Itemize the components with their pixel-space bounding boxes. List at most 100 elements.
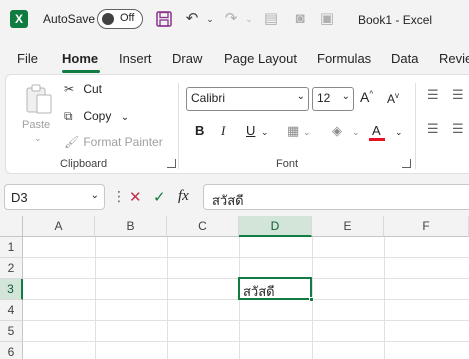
cut-button[interactable]: ✂ Cut	[64, 82, 102, 96]
font-color-label: A	[372, 123, 381, 138]
gridline	[23, 341, 469, 342]
cancel-icon[interactable]: ✕	[129, 188, 142, 206]
chevron-down-icon: ⌄	[90, 190, 99, 201]
undo-dropdown-chevron-icon[interactable]: ⌄	[201, 10, 219, 28]
tab-review[interactable]: Revie	[439, 51, 469, 66]
formula-input[interactable]: สวัสดี	[203, 184, 469, 210]
copy-button[interactable]: ⧉ Copy ⌄	[64, 109, 129, 124]
italic-button[interactable]: I	[221, 123, 225, 139]
row-header-2[interactable]: 2	[0, 258, 23, 279]
active-tab-indicator	[62, 70, 100, 73]
autosave-state: Off	[120, 12, 135, 24]
gridline	[23, 320, 469, 321]
shrink-font-button[interactable]: Av	[387, 91, 399, 106]
toggle-knob	[102, 13, 114, 25]
row-header-5[interactable]: 5	[0, 321, 23, 342]
select-all-corner[interactable]	[0, 216, 23, 237]
copy-chevron-icon[interactable]: ⌄	[121, 112, 129, 123]
bold-button[interactable]: B	[195, 123, 204, 138]
font-color-bar	[369, 138, 385, 141]
row-header-1[interactable]: 1	[0, 237, 23, 258]
paste-chevron-icon[interactable]: ⌄	[34, 133, 42, 144]
font-name-select[interactable]: Calibri ⌄	[186, 87, 309, 111]
column-header-c[interactable]: C	[167, 216, 239, 237]
tab-home[interactable]: Home	[62, 51, 98, 66]
ribbon: Paste ⌄ ✂ Cut ⧉ Copy ⌄ 🖌 Format Painter …	[5, 74, 469, 174]
column-header-d[interactable]: D	[239, 216, 312, 237]
tab-draw[interactable]: Draw	[172, 51, 202, 66]
ribbon-tabs: File Home Insert Draw Page Layout Formul…	[0, 46, 469, 73]
align-top-icon[interactable]: ☰	[427, 87, 439, 103]
group-divider	[178, 83, 179, 169]
title-bar: X AutoSave Off ↶ ⌄ ↷ ⌄ ▤ ◙ ▣ Book1 - Exc…	[0, 0, 469, 40]
font-color-button[interactable]: A	[369, 123, 385, 141]
autosave-toggle[interactable]: Off	[97, 9, 143, 29]
cut-label: Cut	[83, 82, 103, 96]
row-header-4[interactable]: 4	[0, 300, 23, 321]
tab-data[interactable]: Data	[391, 51, 418, 66]
cell-value: สวัสดี	[243, 284, 275, 299]
clipboard-launcher-icon[interactable]	[167, 159, 176, 168]
redo-icon[interactable]: ↷	[222, 10, 240, 28]
column-header-e[interactable]: E	[312, 216, 384, 237]
insert-function-button[interactable]: fx	[178, 188, 189, 205]
font-name-value: Calibri	[191, 91, 226, 105]
row-header-6[interactable]: 6	[0, 342, 23, 359]
tab-insert[interactable]: Insert	[119, 51, 152, 66]
save-icon[interactable]	[155, 10, 173, 28]
form-icon[interactable]: ▤	[262, 10, 280, 28]
excel-logo-icon: X	[10, 10, 28, 28]
grow-font-button[interactable]: A^	[360, 89, 373, 105]
name-box[interactable]: D3 ⌄	[4, 184, 105, 210]
copy-label: Copy	[83, 109, 112, 123]
paintbrush-icon: 🖌	[64, 135, 80, 149]
fill-handle[interactable]	[309, 297, 314, 302]
camera-icon[interactable]: ◙	[291, 10, 309, 28]
paste-icon[interactable]	[24, 83, 54, 115]
fill-color-chevron-icon[interactable]: ⌄	[352, 127, 360, 138]
align-left-icon[interactable]: ☰	[427, 121, 439, 137]
tab-file[interactable]: File	[17, 51, 38, 66]
column-header-a[interactable]: A	[23, 216, 95, 237]
format-painter-label: Format Painter	[83, 135, 163, 149]
format-painter-button[interactable]: 🖌 Format Painter	[64, 135, 163, 149]
grow-font-label: A	[360, 89, 370, 105]
font-launcher-icon[interactable]	[402, 159, 411, 168]
column-header-f[interactable]: F	[384, 216, 469, 237]
underline-chevron-icon[interactable]: ⌄	[261, 127, 269, 138]
redo-dropdown-chevron-icon[interactable]: ⌄	[240, 10, 258, 28]
row-header-3[interactable]: 3	[0, 279, 23, 300]
name-box-value: D3	[11, 190, 28, 205]
gridline	[23, 257, 469, 258]
chevron-down-icon: ⌄	[296, 91, 305, 102]
screenshot-icon[interactable]: ▣	[318, 10, 336, 28]
font-color-chevron-icon[interactable]: ⌄	[395, 127, 403, 138]
align-center-icon[interactable]: ☰	[452, 121, 464, 137]
copy-icon: ⧉	[64, 109, 73, 123]
font-group-label: Font	[276, 158, 299, 170]
document-title: Book1 - Excel	[358, 13, 433, 27]
font-size-select[interactable]: 12 ⌄	[312, 87, 354, 111]
enter-check-icon[interactable]: ✓	[153, 188, 166, 206]
font-size-value: 12	[317, 91, 331, 105]
align-middle-icon[interactable]: ☰	[452, 87, 464, 103]
tab-formulas[interactable]: Formulas	[317, 51, 371, 66]
gridline	[167, 237, 168, 359]
clipboard-group-label: Clipboard	[60, 158, 108, 170]
active-cell-d3[interactable]: สวัสดี	[238, 277, 312, 300]
borders-icon[interactable]: ▦	[287, 123, 299, 139]
fill-color-icon[interactable]: ◈	[332, 123, 342, 139]
worksheet-grid[interactable]: A B C D E F 1 2 3 4 5 6 สวัสดี	[0, 216, 469, 359]
borders-chevron-icon[interactable]: ⌄	[303, 127, 311, 138]
underline-button[interactable]: U	[246, 123, 255, 138]
column-header-b[interactable]: B	[95, 216, 167, 237]
autosave-label: AutoSave	[43, 12, 96, 26]
tab-page-layout[interactable]: Page Layout	[224, 51, 297, 66]
more-options-icon[interactable]: ⋮	[112, 188, 126, 205]
scissors-icon: ✂	[64, 82, 75, 96]
chevron-down-icon: ⌄	[341, 91, 350, 102]
undo-icon[interactable]: ↶	[183, 10, 201, 28]
shrink-font-label: A	[387, 92, 396, 106]
paste-label: Paste	[22, 119, 51, 131]
gridline	[384, 237, 385, 359]
